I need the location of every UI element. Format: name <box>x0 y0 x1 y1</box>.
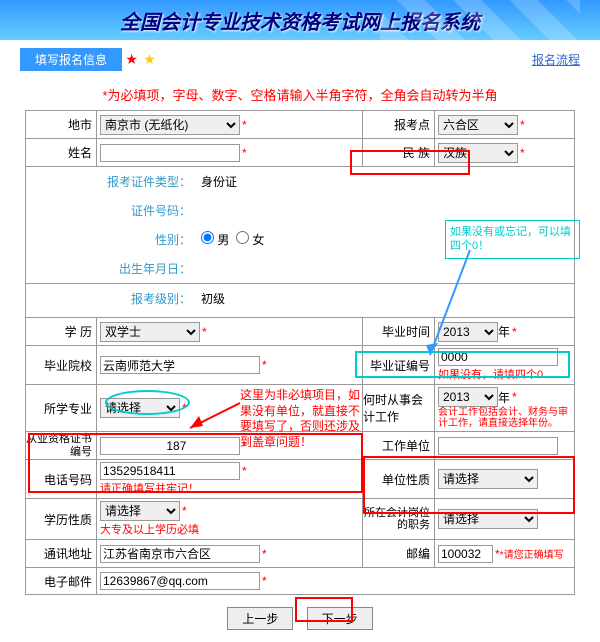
required-icon: * <box>202 325 207 339</box>
email-input[interactable] <box>100 572 260 590</box>
required-icon: * <box>512 325 517 339</box>
region-label: 地市 <box>25 111 97 138</box>
exam-level-label: 报考级别： <box>51 290 191 307</box>
required-icon: * <box>520 118 525 132</box>
education-label: 学 历 <box>25 318 97 345</box>
gender-male-radio[interactable]: 男 <box>201 231 229 248</box>
instruction-text: *为必填项，字母、数字、空格请输入半角字符，全角会自动转为半角 <box>0 79 600 110</box>
annotation-major-tip: 这里为非必填项目，如果没有单位，就直接不要填写了，否则还涉及到盖章问题！ <box>240 388 370 450</box>
work-unit-input[interactable] <box>438 437 558 455</box>
birth-label: 出生年月日： <box>51 260 191 277</box>
star-icon: ★ <box>143 51 156 67</box>
cert-no-input[interactable] <box>438 348 558 366</box>
gender-label: 性别： <box>51 231 191 248</box>
exam-level-value: 初级 <box>201 290 225 307</box>
exam-point-select[interactable]: 六合区 <box>438 115 518 135</box>
region-select[interactable]: 南京市 (无纸化) <box>100 115 240 135</box>
school-input[interactable] <box>100 356 260 374</box>
work-time-tip: 会计工作包括会计、财务与审计工作，请直接选择年份。 <box>438 407 571 429</box>
ethnic-label: 民 族 <box>363 139 435 166</box>
major-label: 所学专业 <box>25 385 97 431</box>
postcode-tip: *请您正确填写 <box>500 546 564 561</box>
exam-point-label: 报考点 <box>363 111 435 138</box>
required-icon: * <box>242 118 247 132</box>
breadcrumb-bar: 填写报名信息 ★ ★ 报名流程 <box>0 40 600 79</box>
cert-no-tip: 如果没有，请填四个0 <box>438 366 543 382</box>
phone-input[interactable] <box>100 462 240 480</box>
unit-type-select[interactable]: 请选择 <box>438 469 538 489</box>
education-select[interactable]: 双学士 <box>100 322 200 342</box>
gender-female-radio[interactable]: 女 <box>236 231 264 248</box>
ethnic-select[interactable]: 汉族 <box>438 143 518 163</box>
required-icon: * <box>520 146 525 160</box>
breadcrumb: 填写报名信息 <box>20 48 122 71</box>
id-type-value: 身份证 <box>201 173 237 190</box>
star-icon: ★ <box>125 51 138 67</box>
required-icon: * <box>242 464 247 478</box>
edu-type-select[interactable]: 请选择 <box>100 501 180 521</box>
address-input[interactable] <box>100 545 260 563</box>
banner: 全国会计专业技术资格考试网上报名系统 <box>0 0 600 40</box>
required-icon: * <box>512 390 517 404</box>
school-label: 毕业院校 <box>25 346 97 384</box>
required-icon: * <box>262 547 267 561</box>
major-select[interactable]: 请选择 <box>100 398 180 418</box>
position-select[interactable]: 请选择 <box>438 509 538 529</box>
phone-tip: 请正确填写并牢记！ <box>100 480 359 496</box>
name-input[interactable] <box>100 144 240 162</box>
banner-title: 全国会计专业技术资格考试网上报名系统 <box>120 6 480 35</box>
address-label: 通讯地址 <box>25 540 97 567</box>
annotation-cert-tip: 如果没有或忘记，可以填四个0！ <box>445 220 580 259</box>
prev-button[interactable]: 上一步 <box>227 607 293 630</box>
required-icon: * <box>242 146 247 160</box>
postcode-label: 邮编 <box>363 540 435 567</box>
unit-type-label: 单位性质 <box>363 460 435 498</box>
id-type-label: 报考证件类型： <box>51 173 191 190</box>
work-time-select[interactable]: 2013 <box>438 387 498 407</box>
cert-no-label: 毕业证编号 <box>363 346 435 384</box>
required-icon: * <box>182 401 187 415</box>
grad-time-label: 毕业时间 <box>363 318 435 345</box>
email-label: 电子邮件 <box>25 568 97 594</box>
work-time-label: 何时从事会计工作 <box>363 385 435 431</box>
required-icon: * <box>182 504 187 518</box>
edu-type-label: 学历性质 <box>25 499 97 539</box>
edu-type-tip: 大专及以上学历必填 <box>100 521 359 537</box>
next-button[interactable]: 下一步 <box>307 607 373 630</box>
position-label: 所在会计岗位的职务 <box>363 499 435 539</box>
process-link[interactable]: 报名流程 <box>532 51 580 68</box>
work-unit-label: 工作单位 <box>363 432 435 459</box>
required-icon: * <box>262 574 267 588</box>
qual-cert-input[interactable] <box>100 437 240 455</box>
grad-time-select[interactable]: 2013 <box>438 322 498 342</box>
postcode-input[interactable] <box>438 545 493 563</box>
name-label: 姓名 <box>25 139 97 166</box>
qual-cert-label: 从业资格证书编号 <box>25 432 97 459</box>
phone-label: 电话号码 <box>25 460 97 498</box>
required-icon: * <box>262 358 267 372</box>
id-no-label: 证件号码： <box>51 202 191 219</box>
